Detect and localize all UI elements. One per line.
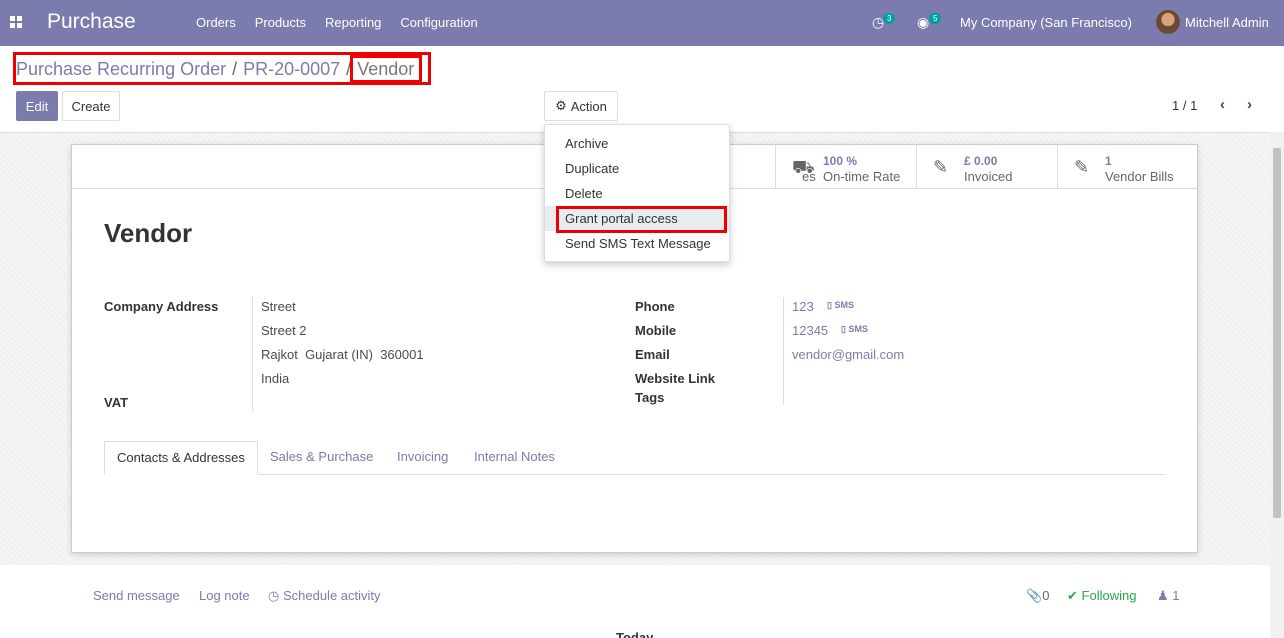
schedule-activity-button[interactable]: ◷ Schedule activity xyxy=(268,588,381,604)
following-label: Following xyxy=(1081,588,1137,603)
pager-value[interactable]: 1 / 1 xyxy=(1172,98,1197,113)
paperclip-icon: 📎 xyxy=(1026,588,1043,603)
menu-item-delete[interactable]: Delete xyxy=(545,181,729,206)
create-button[interactable]: Create xyxy=(62,91,120,121)
today-separator: Today xyxy=(616,630,654,638)
app-name[interactable]: Purchase xyxy=(47,10,136,34)
top-navbar: Purchase Orders Products Reporting Confi… xyxy=(0,0,1284,46)
menu-item-reporting[interactable]: Reporting xyxy=(325,15,381,30)
breadcrumb-item-order-ref[interactable]: PR-20-0007 xyxy=(243,59,340,80)
user-icon: ♟ xyxy=(1157,588,1169,603)
street-field: Street xyxy=(261,299,296,314)
edit-invoice-icon: ✎ xyxy=(933,157,949,177)
action-button-label: Action xyxy=(570,98,607,114)
email-label: Email xyxy=(635,347,670,362)
breadcrumb: Purchase Recurring Order / PR-20-0007 / … xyxy=(16,59,414,80)
attachments-button[interactable]: 📎0 xyxy=(1026,588,1049,604)
user-avatar[interactable] xyxy=(1156,10,1180,34)
breadcrumb-item-recurring-order[interactable]: Purchase Recurring Order xyxy=(16,59,226,80)
send-message-button[interactable]: Send message xyxy=(93,588,180,603)
activity-count-badge: 3 xyxy=(883,13,896,24)
mobile-icon: ▯ xyxy=(841,324,846,334)
mobile-label: Mobile xyxy=(635,323,677,338)
schedule-activity-label: Schedule activity xyxy=(282,588,381,603)
user-menu[interactable]: Mitchell Admin xyxy=(1185,15,1269,30)
ontime-rate-label: On-time Rate xyxy=(823,169,901,184)
pager-previous-icon[interactable]: ‹ xyxy=(1220,96,1225,113)
followers-button[interactable]: ♟ 1 xyxy=(1157,588,1180,604)
vendor-bills-label: Vendor Bills xyxy=(1105,169,1174,184)
mobile-sms-button[interactable]: ▯ SMS xyxy=(841,324,868,335)
phone-label: Phone xyxy=(635,299,675,314)
vendor-bills-button[interactable]: ✎ 1 Vendor Bills xyxy=(1057,145,1197,189)
action-dropdown-menu: Archive Duplicate Delete Grant portal ac… xyxy=(544,124,730,262)
mobile-link[interactable]: 12345 xyxy=(792,323,828,338)
followers-count: 1 xyxy=(1172,588,1180,603)
phone-link[interactable]: 123 xyxy=(792,299,814,314)
gear-icon: ⚙ xyxy=(555,98,567,113)
messages-chat-icon[interactable]: ◉ xyxy=(917,14,929,31)
breadcrumb-current: Vendor xyxy=(357,59,415,79)
breadcrumb-separator: / xyxy=(232,59,238,79)
tab-internal-notes[interactable]: Internal Notes xyxy=(462,441,567,475)
street2-field: Street 2 xyxy=(261,323,307,338)
email-link[interactable]: vendor@gmail.com xyxy=(792,347,904,362)
menu-item-orders[interactable]: Orders xyxy=(196,15,236,30)
apps-menu-icon[interactable] xyxy=(10,16,22,28)
check-icon: ✔ xyxy=(1067,588,1078,603)
following-button[interactable]: ✔ Following xyxy=(1067,588,1136,604)
breadcrumb-separator: / xyxy=(346,59,352,79)
clock-icon: ◷ xyxy=(268,588,280,603)
scrollbar-thumb[interactable] xyxy=(1273,148,1281,518)
record-title: Vendor xyxy=(104,218,193,248)
ontime-rate-value: 100 % xyxy=(823,154,858,168)
tab-contacts-addresses[interactable]: Contacts & Addresses xyxy=(104,441,258,475)
vendor-bills-value: 1 xyxy=(1105,154,1112,168)
log-note-button[interactable]: Log note xyxy=(199,588,250,603)
sms-label: SMS xyxy=(834,300,854,310)
message-count-badge: 5 xyxy=(929,13,942,24)
truck-icon: ⛟ xyxy=(792,157,815,177)
invoiced-button[interactable]: ✎ £ 0.00 Invoiced xyxy=(916,145,1057,189)
mobile-icon: ▯ xyxy=(827,300,832,310)
menu-item-send-sms[interactable]: Send SMS Text Message xyxy=(545,231,729,256)
field-divider xyxy=(783,297,784,405)
notebook-tabs: Contacts & Addresses Sales & Purchase In… xyxy=(104,441,1166,475)
menu-item-duplicate[interactable]: Duplicate xyxy=(545,156,729,181)
tab-sales-purchase[interactable]: Sales & Purchase xyxy=(258,441,385,475)
invoiced-value: £ 0.00 xyxy=(964,154,998,168)
sms-label: SMS xyxy=(848,324,868,334)
action-button[interactable]: ⚙ Action xyxy=(544,91,618,121)
company-switcher[interactable]: My Company (San Francisco) xyxy=(960,15,1132,30)
company-address-label: Company Address xyxy=(104,299,219,314)
edit-button[interactable]: Edit xyxy=(16,91,58,121)
edit-bills-icon: ✎ xyxy=(1074,157,1090,177)
vat-label: VAT xyxy=(104,395,129,410)
menu-item-products[interactable]: Products xyxy=(255,15,306,30)
menu-item-configuration[interactable]: Configuration xyxy=(400,15,477,30)
tab-invoicing[interactable]: Invoicing xyxy=(385,441,460,475)
attachments-count: 0 xyxy=(1042,588,1050,603)
pager-next-icon[interactable]: › xyxy=(1247,96,1252,113)
invoiced-label: Invoiced xyxy=(964,169,1013,184)
tags-label: Tags xyxy=(635,390,665,405)
website-label: Website Link xyxy=(635,371,715,386)
ontime-rate-button[interactable]: ⛟ 100 % On-time Rate xyxy=(775,145,917,189)
field-divider xyxy=(252,297,253,411)
country-field: India xyxy=(261,371,290,386)
phone-sms-button[interactable]: ▯ SMS xyxy=(827,300,854,311)
main-menu: Orders Products Reporting Configuration xyxy=(196,15,497,30)
menu-item-grant-portal-access[interactable]: Grant portal access xyxy=(545,206,729,231)
city-state-zip-field: Rajkot Gujarat (IN) 360001 xyxy=(261,347,424,362)
menu-item-archive[interactable]: Archive xyxy=(545,131,729,156)
